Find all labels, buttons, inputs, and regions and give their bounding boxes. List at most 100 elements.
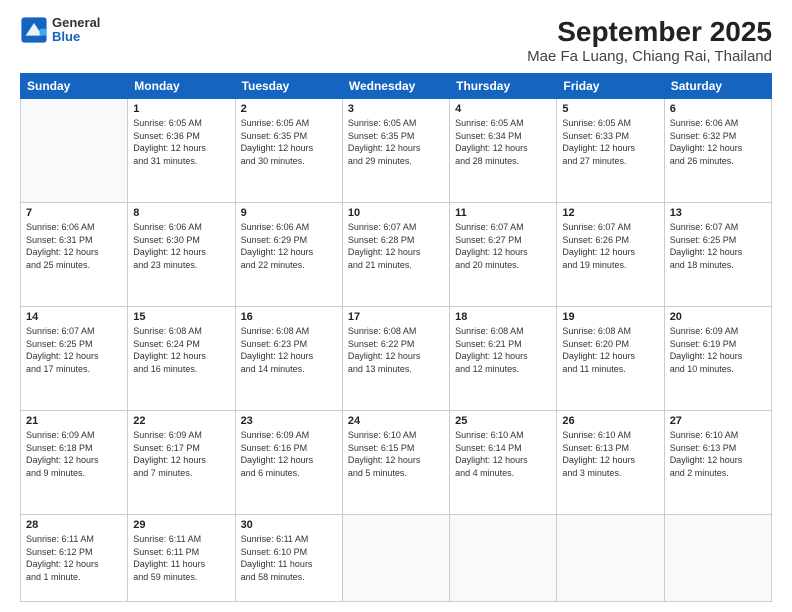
- calendar-cell: 28 Sunrise: 6:11 AMSunset: 6:12 PMDayligh…: [21, 515, 128, 602]
- day-info: Sunrise: 6:08 AMSunset: 6:22 PMDaylight:…: [348, 325, 444, 375]
- day-number: 22: [133, 415, 229, 427]
- day-info: Sunrise: 6:06 AMSunset: 6:29 PMDaylight:…: [241, 221, 337, 271]
- day-info: Sunrise: 6:07 AMSunset: 6:26 PMDaylight:…: [562, 221, 658, 271]
- calendar-cell: 1Sunrise: 6:05 AMSunset: 6:36 PMDaylight…: [128, 99, 235, 203]
- day-info: Sunrise: 6:08 AMSunset: 6:23 PMDaylight:…: [241, 325, 337, 375]
- col-wednesday: Wednesday: [342, 74, 449, 99]
- calendar-cell: 3Sunrise: 6:05 AMSunset: 6:35 PMDaylight…: [342, 99, 449, 203]
- calendar-row-4: 28 Sunrise: 6:11 AMSunset: 6:12 PMDayligh…: [21, 515, 772, 602]
- calendar-cell: [557, 515, 664, 602]
- day-info: Sunrise: 6:10 AMSunset: 6:14 PMDaylight:…: [455, 429, 551, 479]
- calendar-cell: 5 Sunrise: 6:05 AMSunset: 6:33 PMDaylight…: [557, 99, 664, 203]
- day-number: 26: [562, 415, 658, 427]
- day-info: Sunrise: 6:09 AMSunset: 6:18 PMDaylight:…: [26, 429, 122, 479]
- logo: General Blue: [20, 16, 100, 45]
- day-number: 7: [26, 207, 122, 219]
- day-info: Sunrise: 6:11 AMSunset: 6:12 PMDaylight:…: [26, 533, 122, 583]
- calendar-cell: 14 Sunrise: 6:07 AMSunset: 6:25 PMDayligh…: [21, 307, 128, 411]
- day-number: 6: [670, 103, 766, 115]
- day-info: Sunrise: 6:11 AMSunset: 6:10 PMDaylight:…: [241, 533, 337, 583]
- calendar-cell: 17 Sunrise: 6:08 AMSunset: 6:22 PMDayligh…: [342, 307, 449, 411]
- calendar-cell: 23Sunrise: 6:09 AMSunset: 6:16 PMDayligh…: [235, 411, 342, 515]
- calendar-cell: [342, 515, 449, 602]
- calendar-cell: 18 Sunrise: 6:08 AMSunset: 6:21 PMDayligh…: [450, 307, 557, 411]
- day-number: 12: [562, 207, 658, 219]
- title-block: September 2025 Mae Fa Luang, Chiang Rai,…: [527, 16, 772, 65]
- day-info: Sunrise: 6:08 AMSunset: 6:21 PMDaylight:…: [455, 325, 551, 375]
- calendar-cell: 10 Sunrise: 6:07 AMSunset: 6:28 PMDayligh…: [342, 203, 449, 307]
- calendar-cell: 15 Sunrise: 6:08 AMSunset: 6:24 PMDayligh…: [128, 307, 235, 411]
- day-number: 2: [241, 103, 337, 115]
- page-title: September 2025: [527, 16, 772, 48]
- day-number: 28: [26, 519, 122, 531]
- day-info: Sunrise: 6:05 AMSunset: 6:34 PMDaylight:…: [455, 117, 551, 167]
- day-info: Sunrise: 6:08 AMSunset: 6:20 PMDaylight:…: [562, 325, 658, 375]
- calendar-cell: 30 Sunrise: 6:11 AMSunset: 6:10 PMDayligh…: [235, 515, 342, 602]
- day-number: 30: [241, 519, 337, 531]
- col-tuesday: Tuesday: [235, 74, 342, 99]
- day-info: Sunrise: 6:11 AMSunset: 6:11 PMDaylight:…: [133, 533, 229, 583]
- calendar-cell: 29 Sunrise: 6:11 AMSunset: 6:11 PMDayligh…: [128, 515, 235, 602]
- day-info: Sunrise: 6:07 AMSunset: 6:25 PMDaylight:…: [26, 325, 122, 375]
- day-number: 3: [348, 103, 444, 115]
- day-number: 10: [348, 207, 444, 219]
- logo-blue: Blue: [52, 30, 100, 44]
- calendar-cell: [664, 515, 771, 602]
- day-number: 11: [455, 207, 551, 219]
- day-info: Sunrise: 6:06 AMSunset: 6:30 PMDaylight:…: [133, 221, 229, 271]
- calendar-cell: 11Sunrise: 6:07 AMSunset: 6:27 PMDayligh…: [450, 203, 557, 307]
- page-subtitle: Mae Fa Luang, Chiang Rai, Thailand: [527, 48, 772, 65]
- day-info: Sunrise: 6:09 AMSunset: 6:17 PMDaylight:…: [133, 429, 229, 479]
- calendar-cell: 25 Sunrise: 6:10 AMSunset: 6:14 PMDayligh…: [450, 411, 557, 515]
- day-number: 8: [133, 207, 229, 219]
- day-info: Sunrise: 6:07 AMSunset: 6:28 PMDaylight:…: [348, 221, 444, 271]
- calendar-row-1: 7 Sunrise: 6:06 AMSunset: 6:31 PMDaylight…: [21, 203, 772, 307]
- calendar-cell: 22 Sunrise: 6:09 AMSunset: 6:17 PMDayligh…: [128, 411, 235, 515]
- logo-icon: [20, 16, 48, 44]
- calendar-cell: 7 Sunrise: 6:06 AMSunset: 6:31 PMDaylight…: [21, 203, 128, 307]
- day-info: Sunrise: 6:05 AMSunset: 6:36 PMDaylight:…: [133, 117, 229, 167]
- day-number: 27: [670, 415, 766, 427]
- day-number: 16: [241, 311, 337, 323]
- logo-general: General: [52, 16, 100, 30]
- calendar-header-row: Sunday Monday Tuesday Wednesday Thursday…: [21, 74, 772, 99]
- day-info: Sunrise: 6:05 AMSunset: 6:33 PMDaylight:…: [562, 117, 658, 167]
- calendar-cell: 19Sunrise: 6:08 AMSunset: 6:20 PMDayligh…: [557, 307, 664, 411]
- day-number: 20: [670, 311, 766, 323]
- col-thursday: Thursday: [450, 74, 557, 99]
- col-saturday: Saturday: [664, 74, 771, 99]
- day-number: 15: [133, 311, 229, 323]
- page-header: General Blue September 2025 Mae Fa Luang…: [20, 16, 772, 65]
- day-number: 21: [26, 415, 122, 427]
- col-sunday: Sunday: [21, 74, 128, 99]
- day-number: 14: [26, 311, 122, 323]
- calendar-cell: [21, 99, 128, 203]
- calendar-cell: 13Sunrise: 6:07 AMSunset: 6:25 PMDayligh…: [664, 203, 771, 307]
- day-info: Sunrise: 6:10 AMSunset: 6:13 PMDaylight:…: [562, 429, 658, 479]
- day-info: Sunrise: 6:05 AMSunset: 6:35 PMDaylight:…: [241, 117, 337, 167]
- day-number: 18: [455, 311, 551, 323]
- day-info: Sunrise: 6:09 AMSunset: 6:19 PMDaylight:…: [670, 325, 766, 375]
- calendar-row-3: 21 Sunrise: 6:09 AMSunset: 6:18 PMDayligh…: [21, 411, 772, 515]
- day-info: Sunrise: 6:08 AMSunset: 6:24 PMDaylight:…: [133, 325, 229, 375]
- calendar-cell: 16 Sunrise: 6:08 AMSunset: 6:23 PMDayligh…: [235, 307, 342, 411]
- day-info: Sunrise: 6:06 AMSunset: 6:31 PMDaylight:…: [26, 221, 122, 271]
- calendar-cell: 21 Sunrise: 6:09 AMSunset: 6:18 PMDayligh…: [21, 411, 128, 515]
- calendar-row-2: 14 Sunrise: 6:07 AMSunset: 6:25 PMDayligh…: [21, 307, 772, 411]
- calendar-cell: 2 Sunrise: 6:05 AMSunset: 6:35 PMDaylight…: [235, 99, 342, 203]
- day-number: 29: [133, 519, 229, 531]
- day-info: Sunrise: 6:09 AMSunset: 6:16 PMDaylight:…: [241, 429, 337, 479]
- day-number: 5: [562, 103, 658, 115]
- day-info: Sunrise: 6:07 AMSunset: 6:25 PMDaylight:…: [670, 221, 766, 271]
- day-number: 9: [241, 207, 337, 219]
- day-number: 24: [348, 415, 444, 427]
- logo-text: General Blue: [52, 16, 100, 45]
- day-info: Sunrise: 6:10 AMSunset: 6:13 PMDaylight:…: [670, 429, 766, 479]
- calendar-cell: 8 Sunrise: 6:06 AMSunset: 6:30 PMDaylight…: [128, 203, 235, 307]
- calendar-cell: 24Sunrise: 6:10 AMSunset: 6:15 PMDayligh…: [342, 411, 449, 515]
- day-info: Sunrise: 6:06 AMSunset: 6:32 PMDaylight:…: [670, 117, 766, 167]
- day-number: 25: [455, 415, 551, 427]
- calendar-cell: 12 Sunrise: 6:07 AMSunset: 6:26 PMDayligh…: [557, 203, 664, 307]
- day-number: 17: [348, 311, 444, 323]
- col-monday: Monday: [128, 74, 235, 99]
